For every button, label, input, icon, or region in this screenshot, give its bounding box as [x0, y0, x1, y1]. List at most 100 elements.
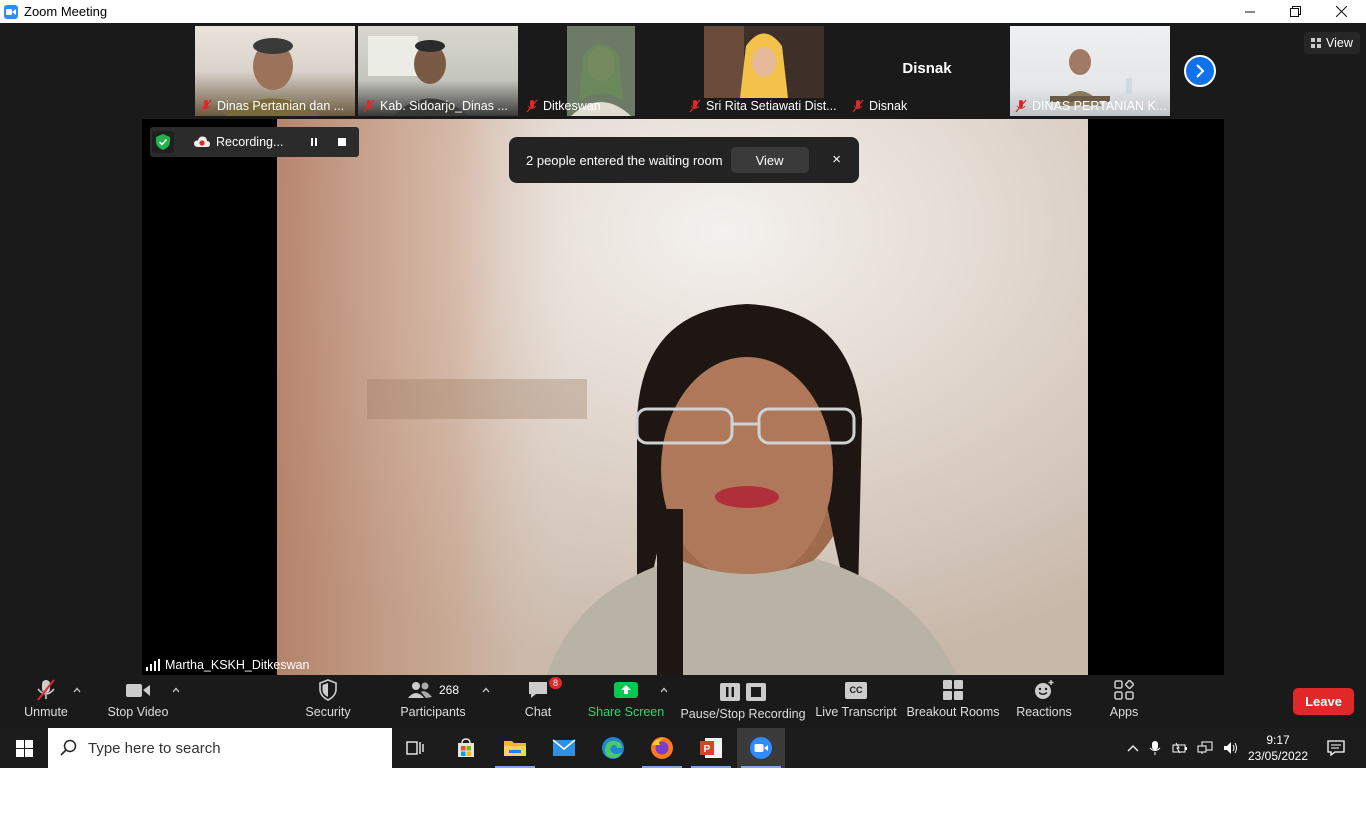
participant-caption: Disnak	[847, 96, 1007, 116]
system-tray	[1127, 728, 1239, 768]
search-placeholder: Type here to search	[88, 739, 221, 757]
taskbar-search-box[interactable]: Type here to search	[48, 728, 392, 768]
battery-charging-icon[interactable]	[1171, 742, 1187, 754]
participants-icon	[407, 682, 432, 698]
participant-caption: Sri Rita Setiawati Dist...	[684, 96, 844, 116]
security-shield-icon	[319, 679, 337, 701]
muted-mic-icon	[200, 99, 212, 113]
microphone-icon[interactable]	[1149, 740, 1161, 756]
notification-message: 2 people entered the waiting room	[526, 152, 723, 168]
pause-stop-recording-button[interactable]: Pause/Stop Recording	[680, 675, 806, 728]
participant-thumbnail[interactable]: Ditkeswan	[521, 26, 681, 116]
share-screen-button[interactable]: Share Screen	[588, 675, 664, 728]
edge-icon[interactable]	[589, 728, 637, 768]
muted-mic-icon	[526, 99, 538, 113]
start-button[interactable]	[0, 728, 48, 768]
muted-mic-icon	[852, 99, 864, 113]
audio-options-caret[interactable]	[73, 685, 81, 696]
store-icon[interactable]	[442, 728, 490, 768]
participants-count: 268	[438, 683, 460, 697]
view-button[interactable]: View	[1304, 32, 1360, 54]
search-icon	[60, 739, 77, 756]
active-speaker-label: Martha_KSKH_Ditkeswan	[146, 656, 310, 674]
participant-thumbnail[interactable]: Dinas Pertanian dan ...	[195, 26, 355, 116]
participant-caption: Dinas Pertanian dan ...	[195, 96, 355, 116]
meeting-area: Dinas Pertanian dan ... Kab. Sidoarjo_Di…	[0, 23, 1366, 728]
unmute-button[interactable]: Unmute	[18, 675, 74, 728]
live-transcript-button[interactable]: CC Live Transcript	[815, 675, 897, 728]
chat-unread-badge: 8	[549, 677, 563, 689]
muted-microphone-icon	[37, 679, 55, 701]
chevron-up-icon	[172, 687, 180, 693]
closed-caption-icon: CC	[845, 681, 867, 699]
muted-mic-icon	[689, 99, 701, 113]
active-speaker-video	[142, 119, 1224, 675]
video-camera-icon	[126, 684, 150, 697]
security-button[interactable]: Security	[301, 675, 355, 728]
participants-options-caret[interactable]	[482, 685, 490, 696]
participant-display-name: Disnak	[902, 60, 952, 77]
share-screen-icon	[614, 682, 638, 698]
cloud-recording-icon	[194, 136, 210, 147]
stop-icon	[746, 683, 766, 701]
window-title-bar: Zoom Meeting	[0, 0, 1366, 23]
grid-view-icon	[1311, 38, 1321, 48]
participant-caption: Kab. Sidoarjo_Dinas ...	[358, 96, 518, 116]
file-explorer-icon[interactable]	[491, 728, 539, 768]
taskbar-clock[interactable]: 9:17 23/05/2022	[1244, 732, 1312, 764]
apps-icon	[1114, 680, 1134, 700]
chat-icon	[529, 682, 547, 698]
reactions-button[interactable]: Reactions	[1016, 675, 1072, 728]
network-icon[interactable]	[1197, 741, 1213, 755]
notification-view-button[interactable]: View	[730, 147, 809, 173]
reactions-smiley-icon	[1035, 680, 1054, 699]
share-options-caret[interactable]	[660, 685, 668, 696]
breakout-rooms-icon	[943, 680, 963, 700]
participant-thumbnail[interactable]: Kab. Sidoarjo_Dinas ...	[358, 26, 518, 116]
encryption-shield-icon[interactable]	[152, 131, 174, 153]
zoom-app-icon	[4, 4, 18, 19]
stop-video-button[interactable]: Stop Video	[104, 675, 172, 728]
firefox-icon[interactable]	[638, 728, 686, 768]
pause-recording-icon[interactable]	[309, 137, 319, 147]
mail-icon[interactable]	[540, 728, 588, 768]
stop-recording-icon[interactable]	[337, 137, 347, 147]
participant-caption: DINAS PERTANIAN K...	[1010, 96, 1170, 116]
show-hidden-icons-icon[interactable]	[1127, 744, 1139, 752]
chat-button[interactable]: 8 Chat	[518, 675, 563, 728]
video-thumbnail-strip: Dinas Pertanian dan ... Kab. Sidoarjo_Di…	[0, 23, 1366, 119]
participant-thumbnail[interactable]: Sri Rita Setiawati Dist...	[684, 26, 844, 116]
muted-mic-icon	[363, 99, 375, 113]
participant-thumbnail[interactable]: Disnak Disnak	[847, 26, 1007, 116]
waiting-room-notification: 2 people entered the waiting room View ×	[509, 137, 859, 183]
video-options-caret[interactable]	[172, 685, 180, 696]
action-center-icon[interactable]	[1312, 728, 1360, 768]
participant-caption: Ditkeswan	[521, 96, 681, 116]
chevron-up-icon	[482, 687, 490, 693]
restore-button[interactable]	[1272, 0, 1318, 23]
minimize-button[interactable]	[1227, 0, 1273, 23]
leave-meeting-button[interactable]: Leave	[1293, 688, 1354, 715]
notification-close-button[interactable]: ×	[832, 151, 841, 168]
powerpoint-icon[interactable]: P	[687, 728, 735, 768]
next-page-button[interactable]	[1184, 55, 1216, 87]
zoom-icon[interactable]	[737, 728, 785, 768]
participants-button[interactable]: 268 Participants	[398, 675, 468, 728]
window-title: Zoom Meeting	[24, 4, 108, 19]
chevron-up-icon	[73, 687, 81, 693]
windows-logo-icon	[15, 739, 33, 757]
task-view-icon[interactable]	[392, 728, 440, 768]
participant-thumbnail[interactable]: DINAS PERTANIAN K...	[1010, 26, 1170, 116]
clock-time: 9:17	[1266, 733, 1290, 747]
muted-mic-icon	[1015, 99, 1027, 113]
speaker-volume-icon[interactable]	[1223, 741, 1239, 755]
apps-button[interactable]: Apps	[1104, 675, 1144, 728]
recording-label: Recording...	[216, 135, 284, 149]
blank-area	[0, 768, 1366, 824]
svg-text:P: P	[704, 744, 711, 755]
breakout-rooms-button[interactable]: Breakout Rooms	[906, 675, 1000, 728]
pause-icon	[720, 683, 740, 701]
screen: Zoom Meeting Dinas Pertanian dan ... Kab…	[0, 0, 1366, 824]
clock-date: 23/05/2022	[1247, 749, 1309, 763]
close-button[interactable]	[1318, 0, 1364, 23]
